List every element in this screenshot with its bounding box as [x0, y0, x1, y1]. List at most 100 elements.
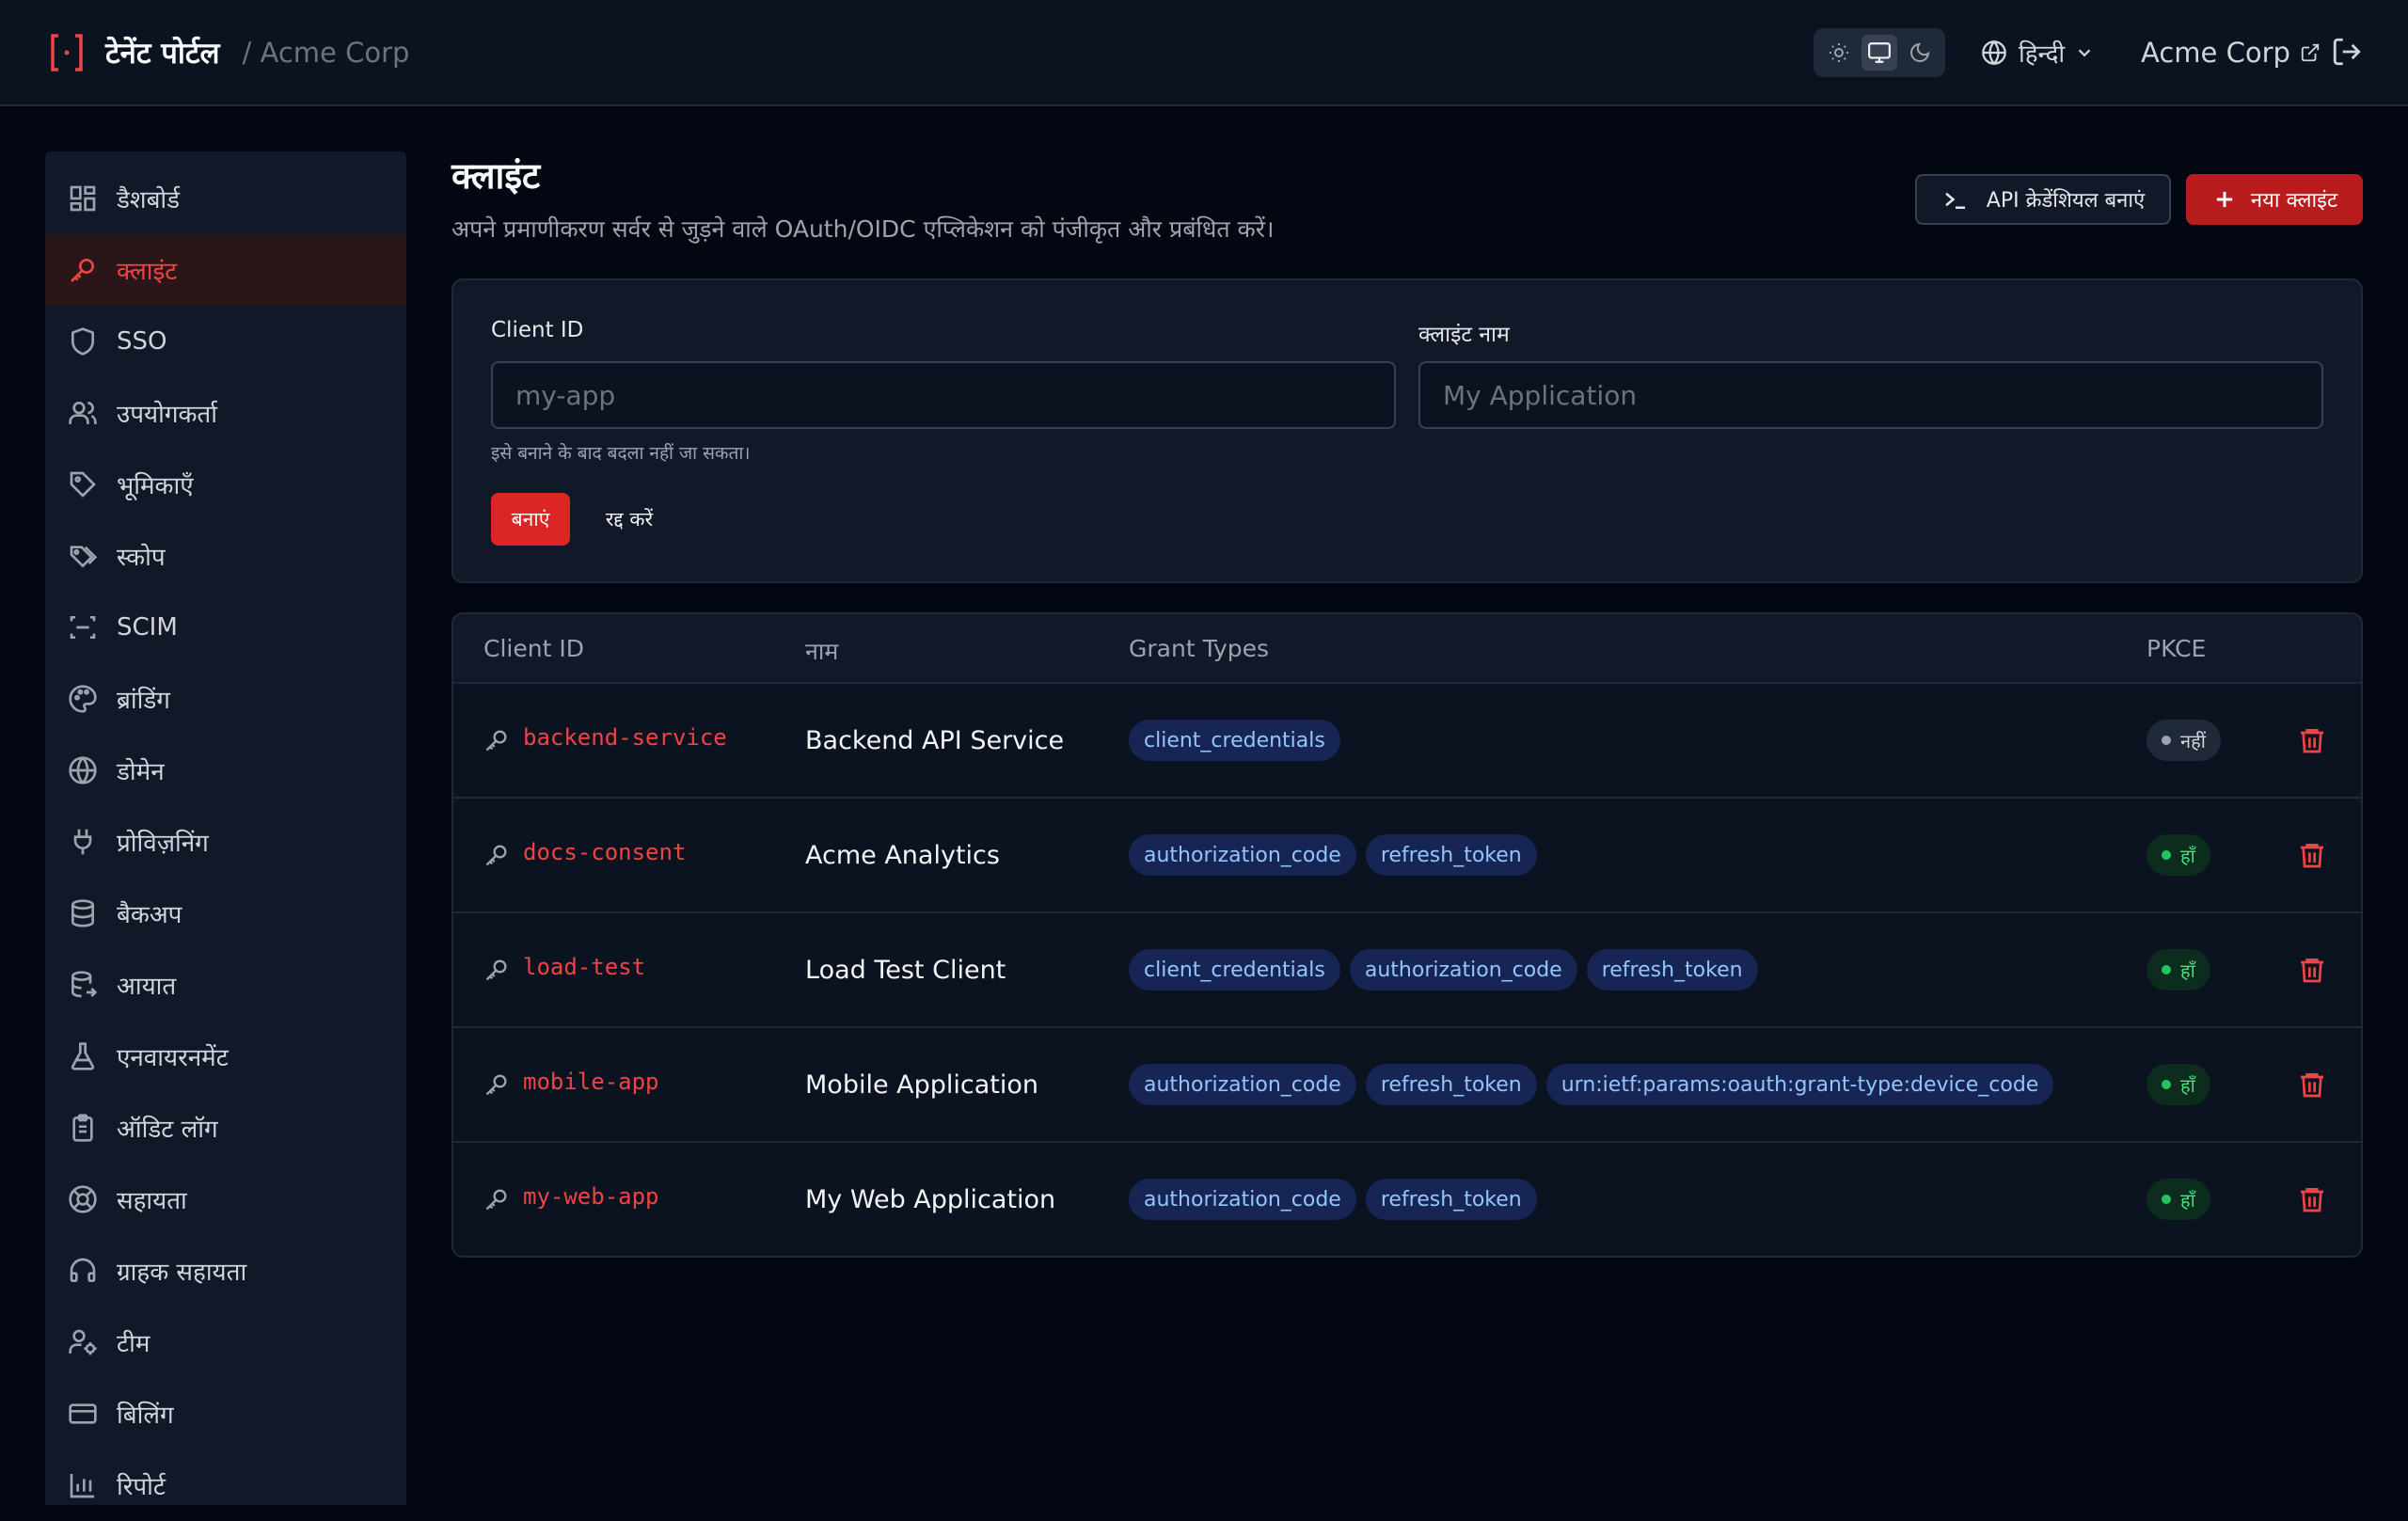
monitor-icon[interactable] [1861, 35, 1897, 71]
sun-icon[interactable] [1821, 35, 1857, 71]
sidebar-item-provisioning[interactable]: प्रोविज़निंग [45, 806, 406, 878]
table-row[interactable]: mobile-app Mobile Application authorizat… [453, 1028, 2361, 1143]
pkce-status-label: हाँ [2180, 959, 2195, 982]
table-row[interactable]: my-web-app My Web Application authorizat… [453, 1143, 2361, 1256]
chevron-down-icon [2074, 42, 2095, 63]
pkce-cell: हाँ [2147, 949, 2210, 990]
sidebar-item-scopes[interactable]: स्कोप [45, 520, 406, 592]
language-label: हिन्दी [2019, 40, 2066, 69]
column-pkce: PKCE [2147, 635, 2207, 662]
pkce-status-badge: हाँ [2147, 949, 2210, 990]
sidebar-item-dashboard[interactable]: डैशबोर्ड [45, 163, 406, 234]
sidebar-item-label: भूमिकाएँ [117, 472, 194, 500]
client-name-cell: Acme Analytics [805, 840, 1000, 870]
sidebar-item-team[interactable]: टीम [45, 1307, 406, 1378]
grant-type-badge: refresh_token [1365, 1064, 1537, 1105]
sidebar-item-billing[interactable]: बिलिंग [45, 1378, 406, 1450]
page-subtitle: अपने प्रमाणीकरण सर्वर से जुड़ने वाले OAu… [452, 215, 1275, 243]
grant-types-cell: client_credentials [1129, 684, 1350, 797]
sidebar-item-import[interactable]: आयात [45, 949, 406, 1021]
create-api-credential-label: API क्रेडेंशियल बनाएं [1986, 189, 2146, 213]
client-id-value[interactable]: docs-consent [523, 839, 686, 865]
sidebar-item-scim[interactable]: SCIM [45, 592, 406, 663]
shield-icon [68, 326, 98, 356]
table-row[interactable]: docs-consent Acme Analytics authorizatio… [453, 799, 2361, 913]
sidebar-item-label: ग्राहक सहायता [117, 1259, 247, 1287]
column-grant-types: Grant Types [1129, 635, 1270, 662]
table-row[interactable]: load-test Load Test Client client_creden… [453, 913, 2361, 1028]
client-id-value[interactable]: backend-service [523, 724, 727, 751]
column-name: नाम [805, 638, 839, 665]
client-id-cell: docs-consent [483, 799, 686, 911]
table-row[interactable]: backend-service Backend API Service clie… [453, 684, 2361, 799]
tenant-link-label: Acme Corp [2141, 37, 2290, 69]
terminal-icon [1941, 185, 1970, 214]
sidebar-item-domains[interactable]: डोमेन [45, 735, 406, 806]
logout-icon[interactable] [2331, 36, 2363, 68]
pkce-status-badge: हाँ [2147, 1064, 2210, 1105]
client-id-label: Client ID [491, 318, 584, 342]
cancel-button[interactable]: रद्द करें [585, 493, 673, 546]
client-id-cell: mobile-app [483, 1028, 659, 1141]
logo-icon [49, 32, 85, 73]
globe-icon [68, 755, 98, 785]
delete-icon[interactable] [2297, 1184, 2327, 1214]
sidebar-item-sso[interactable]: SSO [45, 306, 406, 377]
client-id-value[interactable]: my-web-app [523, 1183, 659, 1210]
create-api-credential-button[interactable]: API क्रेडेंशियल बनाएं [1915, 174, 2171, 225]
sidebar-item-branding[interactable]: ब्रांडिंग [45, 663, 406, 735]
grant-type-badge: refresh_token [1365, 834, 1537, 876]
theme-toggle [1814, 28, 1945, 77]
grant-type-badge: authorization_code [1129, 834, 1356, 876]
sidebar-item-label: ब्रांडिंग [117, 687, 170, 715]
language-selector[interactable]: हिन्दी [1981, 32, 2095, 73]
sidebar-item-help[interactable]: सहायता [45, 1164, 406, 1235]
client-id-help-text: इसे बनाने के बाद बदला नहीं जा सकता। [491, 443, 751, 464]
sidebar-item-backup[interactable]: बैकअप [45, 878, 406, 949]
sidebar: डैशबोर्ड क्लाइंट SSO उपयोगकर्ता भूमिकाएँ… [45, 151, 406, 1505]
key-icon [483, 727, 510, 753]
delete-icon[interactable] [2297, 725, 2327, 755]
brand[interactable]: टेनेंट पोर्टल / Acme Corp [49, 30, 409, 75]
bar-chart-icon [68, 1470, 98, 1500]
create-button[interactable]: बनाएं [491, 493, 570, 546]
pkce-cell: हाँ [2147, 1064, 2210, 1105]
app-title: टेनेंट पोर्टल [105, 37, 220, 71]
key-icon [68, 255, 98, 285]
sidebar-item-audit-log[interactable]: ऑडिट लॉग [45, 1092, 406, 1164]
pkce-cell: हाँ [2147, 1179, 2210, 1220]
client-id-value[interactable]: mobile-app [523, 1069, 659, 1095]
moon-icon[interactable] [1902, 35, 1938, 71]
new-client-button[interactable]: नया क्लाइंट [2186, 174, 2363, 225]
grant-type-badge: authorization_code [1349, 949, 1577, 990]
sidebar-item-label: SCIM [117, 613, 178, 642]
tenant-link[interactable]: Acme Corp [2141, 32, 2321, 73]
sidebar-item-label: एनवायरनमेंट [117, 1044, 229, 1072]
key-icon [483, 957, 510, 983]
new-client-label: नया क्लाइंट [2250, 189, 2338, 213]
sidebar-item-roles[interactable]: भूमिकाएँ [45, 449, 406, 520]
table-header: Client ID नाम Grant Types PKCE [453, 614, 2361, 684]
sidebar-item-users[interactable]: उपयोगकर्ता [45, 377, 406, 449]
sidebar-item-label: क्लाइंट [117, 258, 178, 286]
client-name-input[interactable] [1418, 361, 2323, 429]
grant-type-badge: refresh_token [1365, 1179, 1537, 1220]
status-dot [2162, 1080, 2171, 1089]
scan-icon [68, 612, 98, 642]
sidebar-item-label: रिपोर्ट [117, 1473, 166, 1501]
sidebar-item-customer-support[interactable]: ग्राहक सहायता [45, 1235, 406, 1307]
client-id-input[interactable] [491, 361, 1396, 429]
client-id-value[interactable]: load-test [523, 954, 645, 980]
sidebar-item-reports[interactable]: रिपोर्ट [45, 1450, 406, 1521]
sidebar-item-environment[interactable]: एनवायरनमेंट [45, 1021, 406, 1092]
grant-type-badge: urn:ietf:params:oauth:grant-type:device_… [1545, 1064, 2054, 1105]
grant-type-badge: client_credentials [1129, 720, 1340, 761]
pkce-cell: नहीं [2147, 720, 2221, 761]
sidebar-item-clients[interactable]: क्लाइंट [45, 234, 406, 306]
sidebar-item-label: ऑडिट लॉग [117, 1116, 218, 1144]
grant-types-cell: authorization_code refresh_token [1129, 799, 1546, 911]
delete-icon[interactable] [2297, 1069, 2327, 1100]
grant-types-cell: authorization_code refresh_token urn:ietf:… [1129, 1028, 2063, 1141]
delete-icon[interactable] [2297, 840, 2327, 870]
delete-icon[interactable] [2297, 955, 2327, 985]
